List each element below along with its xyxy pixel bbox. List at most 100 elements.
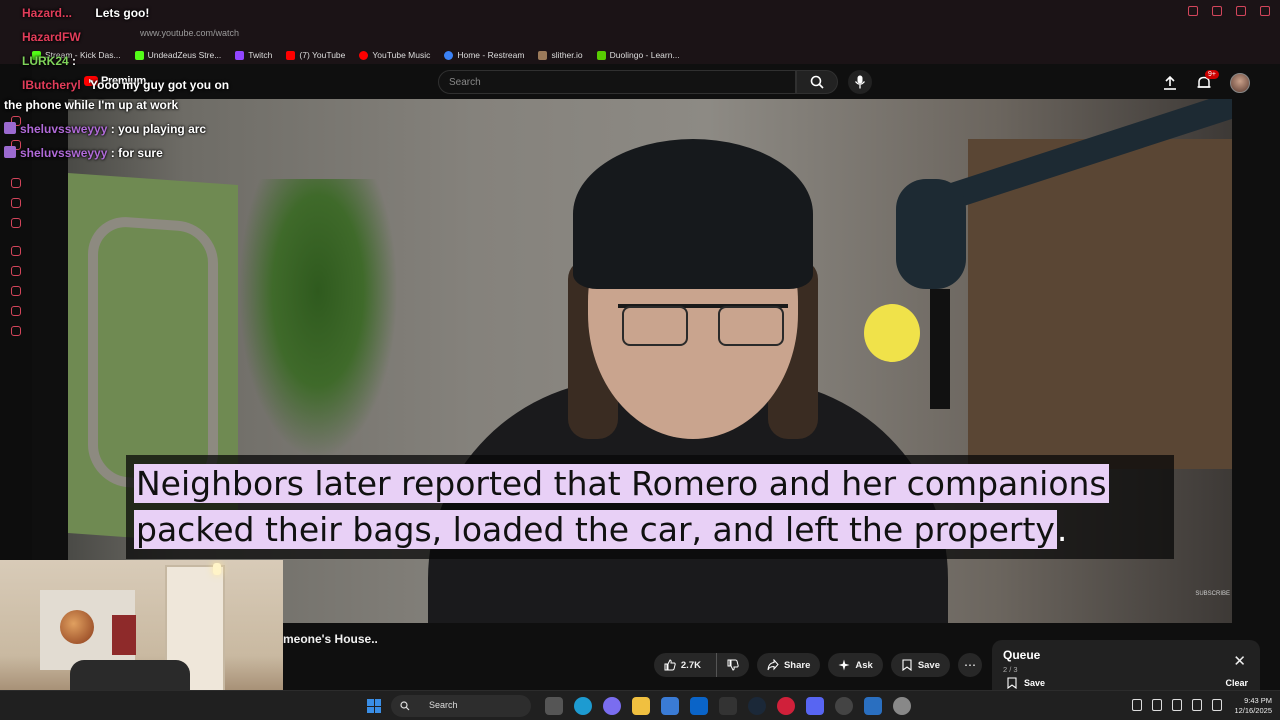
header-actions: 9+ (1162, 70, 1250, 93)
app-icon[interactable] (864, 697, 882, 715)
youtube-icon (286, 50, 296, 60)
youtube-logo[interactable]: Premium (84, 75, 146, 87)
minimize-icon[interactable] (1212, 6, 1222, 16)
sidebar-icon[interactable] (11, 266, 21, 276)
copilot-icon[interactable] (603, 697, 621, 715)
subscribe-watermark[interactable]: SUBSCRIBE (1195, 591, 1230, 597)
window-controls (1188, 6, 1270, 16)
queue-title: Queue (1003, 648, 1041, 662)
thumbs-down-icon (727, 659, 739, 671)
url-text[interactable]: www.youtube.com/watch (140, 28, 239, 38)
upload-button[interactable] (1162, 75, 1178, 91)
browser-sidebar (0, 64, 32, 564)
edge-icon[interactable] (574, 697, 592, 715)
video-player[interactable]: Neighbors later reported that Romero and… (68, 99, 1232, 623)
bookmark-icon (1007, 677, 1017, 689)
like-button[interactable]: 2.7K (654, 653, 711, 677)
queue-save-button[interactable]: Save (1006, 677, 1045, 689)
upload-icon (1164, 75, 1176, 90)
queue-panel: Queue 2 / 3 ✕ Save Clear (992, 640, 1260, 696)
twitch-icon[interactable] (11, 198, 21, 208)
settings-icon[interactable] (11, 326, 21, 336)
start-button[interactable] (367, 699, 381, 713)
ask-button[interactable]: Ask (828, 653, 883, 677)
clock-date: 12/16/2025 (1234, 706, 1272, 715)
sparkle-icon (838, 659, 850, 671)
sidebar-icon[interactable] (11, 178, 21, 188)
sidebar-icon[interactable] (11, 116, 21, 126)
system-tray (1132, 699, 1222, 711)
account-avatar[interactable] (1230, 73, 1250, 93)
notifications-button[interactable]: 9+ (1196, 70, 1219, 91)
store-icon[interactable] (661, 697, 679, 715)
dislike-button[interactable] (715, 653, 749, 677)
youtube-header: Premium Search 9+ (32, 64, 1280, 100)
task-view-icon[interactable] (545, 697, 563, 715)
search-button[interactable] (796, 70, 838, 94)
bookmark-item[interactable]: Duolingo - Learn... (596, 50, 680, 60)
app-icon[interactable] (719, 697, 737, 715)
sidebar-icon[interactable] (11, 246, 21, 256)
opera-icon[interactable] (777, 697, 795, 715)
youtube-play-icon (84, 76, 98, 86)
chevron-up-icon[interactable] (1132, 699, 1142, 711)
history-icon[interactable] (11, 286, 21, 296)
close-icon[interactable]: ✕ (1233, 652, 1246, 670)
video-caption: Neighbors later reported that Romero and… (126, 455, 1174, 559)
search-tab-icon[interactable] (1188, 6, 1198, 16)
microphone-icon[interactable] (1152, 699, 1162, 711)
bookmark-item[interactable]: Twitch (235, 50, 272, 60)
file-explorer-icon[interactable] (632, 697, 650, 715)
sidebar-icon[interactable] (11, 140, 21, 150)
x-icon[interactable] (11, 218, 21, 228)
video-rubber-duck (864, 304, 920, 362)
desktop-screen: www.youtube.com/watch Stream - Kick Das.… (0, 0, 1280, 720)
video-microphone (896, 179, 966, 289)
video-actions: 2.7K Share Ask Save ⋯ (653, 653, 982, 677)
share-icon (767, 659, 779, 671)
voice-search-button[interactable] (848, 70, 872, 94)
bookmark-item[interactable]: Home - Restream (444, 50, 524, 60)
steam-icon[interactable] (748, 697, 766, 715)
network-icon[interactable] (1172, 699, 1182, 711)
caption-line-1: Neighbors later reported that Romero and… (134, 464, 1109, 503)
outlook-icon[interactable] (690, 697, 708, 715)
save-button[interactable]: Save (890, 653, 950, 677)
taskbar-search[interactable]: Search (391, 695, 531, 717)
maximize-icon[interactable] (1236, 6, 1246, 16)
kick-icon (32, 50, 41, 60)
duolingo-icon (596, 50, 606, 60)
queue-count: 2 / 3 (1003, 665, 1018, 674)
caption-line-2: packed their bags, loaded the car, and l… (134, 510, 1057, 549)
search-input[interactable]: Search (438, 70, 796, 94)
bookmark-item[interactable]: slither.io (538, 50, 583, 60)
bookmark-item[interactable]: YouTube Music (359, 50, 430, 60)
video-title: meone's House.. (283, 632, 378, 646)
sidebar-icon[interactable] (11, 306, 21, 316)
youtube-music-icon (359, 50, 369, 60)
bookmark-item[interactable]: (7) YouTube (286, 50, 345, 60)
more-icon: ⋯ (964, 658, 976, 672)
queue-clear-button[interactable]: Clear (1225, 678, 1248, 688)
microphone-icon (854, 75, 866, 89)
bookmark-item[interactable]: UndeadZeus Stre... (134, 50, 221, 60)
settings-icon[interactable] (893, 697, 911, 715)
volume-icon[interactable] (1192, 699, 1202, 711)
more-actions-button[interactable]: ⋯ (958, 653, 982, 677)
discord-icon[interactable] (806, 697, 824, 715)
notification-badge: 9+ (1205, 70, 1219, 79)
clock-time: 9:43 PM (1244, 696, 1272, 705)
search-icon (400, 701, 410, 711)
bookmark-item[interactable]: Stream - Kick Das... (32, 50, 121, 60)
taskbar-apps (545, 697, 911, 715)
battery-icon[interactable] (1212, 699, 1222, 711)
share-button[interactable]: Share (756, 653, 821, 677)
restream-icon (444, 50, 454, 60)
kick-icon (134, 50, 144, 60)
address-bar[interactable]: www.youtube.com/watch (0, 24, 1280, 62)
obs-icon[interactable] (835, 697, 853, 715)
taskbar-clock[interactable]: 9:43 PM 12/16/2025 (1234, 696, 1272, 716)
close-icon[interactable] (1260, 6, 1270, 16)
search-icon (810, 75, 824, 89)
browser-titlebar (0, 0, 1280, 24)
